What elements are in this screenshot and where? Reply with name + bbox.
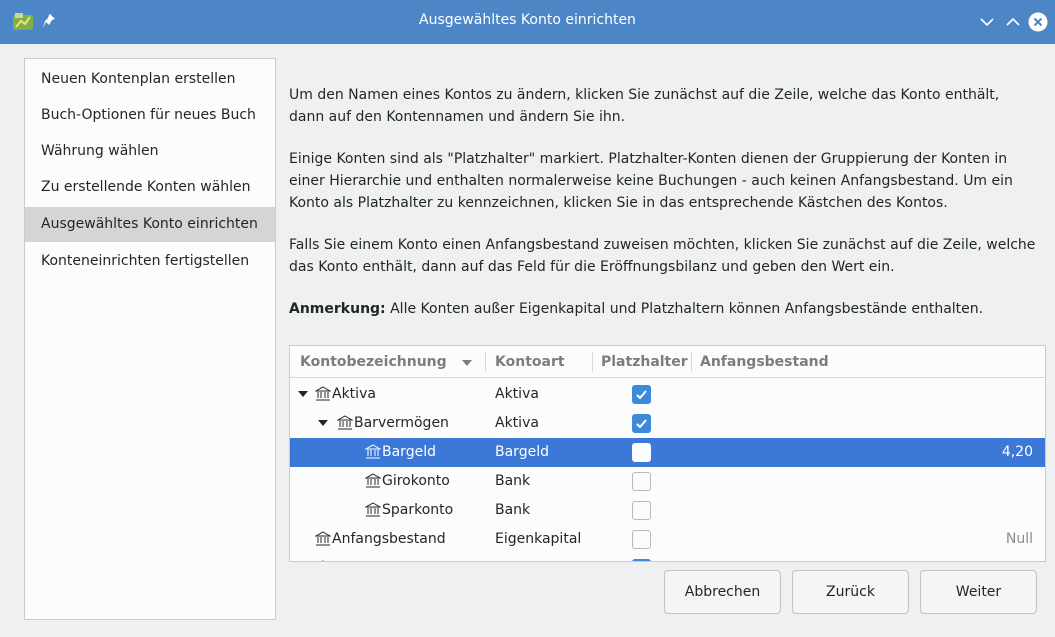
column-header-platzhalter[interactable]: Platzhalter — [601, 346, 688, 378]
account-name[interactable]: Aktiva — [332, 380, 376, 409]
cancel-button[interactable]: Abbrechen — [664, 570, 781, 614]
sort-descending-icon[interactable] — [462, 360, 472, 366]
account-type[interactable]: Aktiva — [495, 380, 539, 409]
note-label: Anmerkung: — [289, 301, 386, 317]
sidebar-item-waehrung[interactable]: Währung wählen — [25, 134, 275, 169]
account-type[interactable]: Eigenkapital — [495, 525, 581, 554]
column-header-kontobezeichnung[interactable]: Kontobezeichnung — [300, 346, 447, 378]
account-name[interactable]: Girokonto — [382, 467, 450, 496]
table-row[interactable]: Sparkonto Bank — [290, 496, 1045, 525]
bank-icon — [315, 531, 331, 546]
opening-balance[interactable]: Null — [1006, 525, 1033, 554]
column-divider — [691, 352, 692, 372]
placeholder-checkbox[interactable] — [632, 385, 651, 404]
bank-icon — [365, 444, 381, 459]
note-text: Alle Konten außer Eigenkapital und Platz… — [385, 301, 984, 317]
collapse-triangle-icon[interactable] — [318, 420, 328, 426]
collapse-triangle-icon[interactable] — [298, 391, 308, 397]
table-row-selected[interactable]: Bargeld Bargeld 4,20 — [290, 438, 1045, 467]
placeholder-checkbox[interactable] — [632, 530, 651, 549]
account-name[interactable]: Bargeld — [382, 438, 436, 467]
bank-icon — [315, 386, 331, 401]
bank-icon — [365, 502, 381, 517]
column-divider — [485, 352, 486, 372]
table-row[interactable]: Anfangsbestand Eigenkapital Null — [290, 525, 1045, 554]
account-name[interactable]: Barvermögen — [354, 409, 449, 438]
close-icon[interactable] — [1028, 12, 1048, 32]
placeholder-checkbox[interactable] — [632, 443, 651, 462]
column-header-anfangsbestand[interactable]: Anfangsbestand — [700, 346, 829, 378]
instruction-placeholder: Einige Konten sind als "Platzhalter" mar… — [289, 151, 1013, 211]
account-name[interactable]: Sparkonto — [382, 496, 453, 525]
table-row[interactable]: Barvermögen Aktiva — [290, 409, 1045, 438]
minimize-icon[interactable] — [977, 12, 997, 32]
next-button[interactable]: Weiter — [920, 570, 1037, 614]
bank-icon — [365, 473, 381, 488]
instruction-rename: Um den Namen eines Kontos zu ändern, kli… — [289, 87, 1000, 125]
placeholder-checkbox[interactable] — [632, 414, 651, 433]
bank-icon — [321, 560, 325, 561]
account-name[interactable]: Anfangsbestand — [332, 525, 446, 554]
sidebar-item-buch-optionen[interactable]: Buch-Optionen für neues Buch — [25, 98, 275, 133]
title-bar: Ausgewähltes Konto einrichten — [0, 0, 1055, 44]
placeholder-checkbox[interactable] — [632, 559, 651, 561]
column-divider — [592, 352, 593, 372]
sidebar-item-konten-waehlen[interactable]: Zu erstellende Konten wählen — [25, 170, 275, 205]
account-type[interactable]: Bargeld — [495, 438, 549, 467]
account-tree-table: Kontobezeichnung Kontoart Platzhalter An… — [289, 345, 1046, 562]
maximize-icon[interactable] — [1003, 12, 1023, 32]
assistant-steps-sidebar: Neuen Kontenplan erstellen Buch-Optionen… — [24, 58, 276, 620]
placeholder-checkbox[interactable] — [632, 501, 651, 520]
table-row-partial[interactable] — [290, 554, 1045, 561]
instruction-note: Anmerkung: Alle Konten außer Eigenkapita… — [289, 298, 1037, 320]
sidebar-item-neuer-kontenplan[interactable]: Neuen Kontenplan erstellen — [25, 62, 275, 97]
opening-balance[interactable]: 4,20 — [1002, 438, 1033, 467]
account-type[interactable]: Bank — [495, 496, 530, 525]
instruction-opening-balance: Falls Sie einem Konto einen Anfangsbesta… — [289, 237, 1036, 275]
account-type[interactable]: Bank — [495, 467, 530, 496]
sidebar-item-fertigstellen[interactable]: Konteneinrichten fertigstellen — [25, 244, 275, 279]
column-header-kontoart[interactable]: Kontoart — [495, 346, 565, 378]
placeholder-checkbox[interactable] — [632, 472, 651, 491]
window-title: Ausgewähltes Konto einrichten — [419, 12, 636, 28]
account-type[interactable]: Aktiva — [495, 409, 539, 438]
bank-icon — [337, 415, 353, 430]
sidebar-item-konto-einrichten[interactable]: Ausgewähltes Konto einrichten — [25, 207, 275, 242]
table-row[interactable]: Girokonto Bank — [290, 467, 1045, 496]
table-header: Kontobezeichnung Kontoart Platzhalter An… — [290, 346, 1045, 378]
table-row[interactable]: Aktiva Aktiva — [290, 380, 1045, 409]
back-button[interactable]: Zurück — [792, 570, 909, 614]
